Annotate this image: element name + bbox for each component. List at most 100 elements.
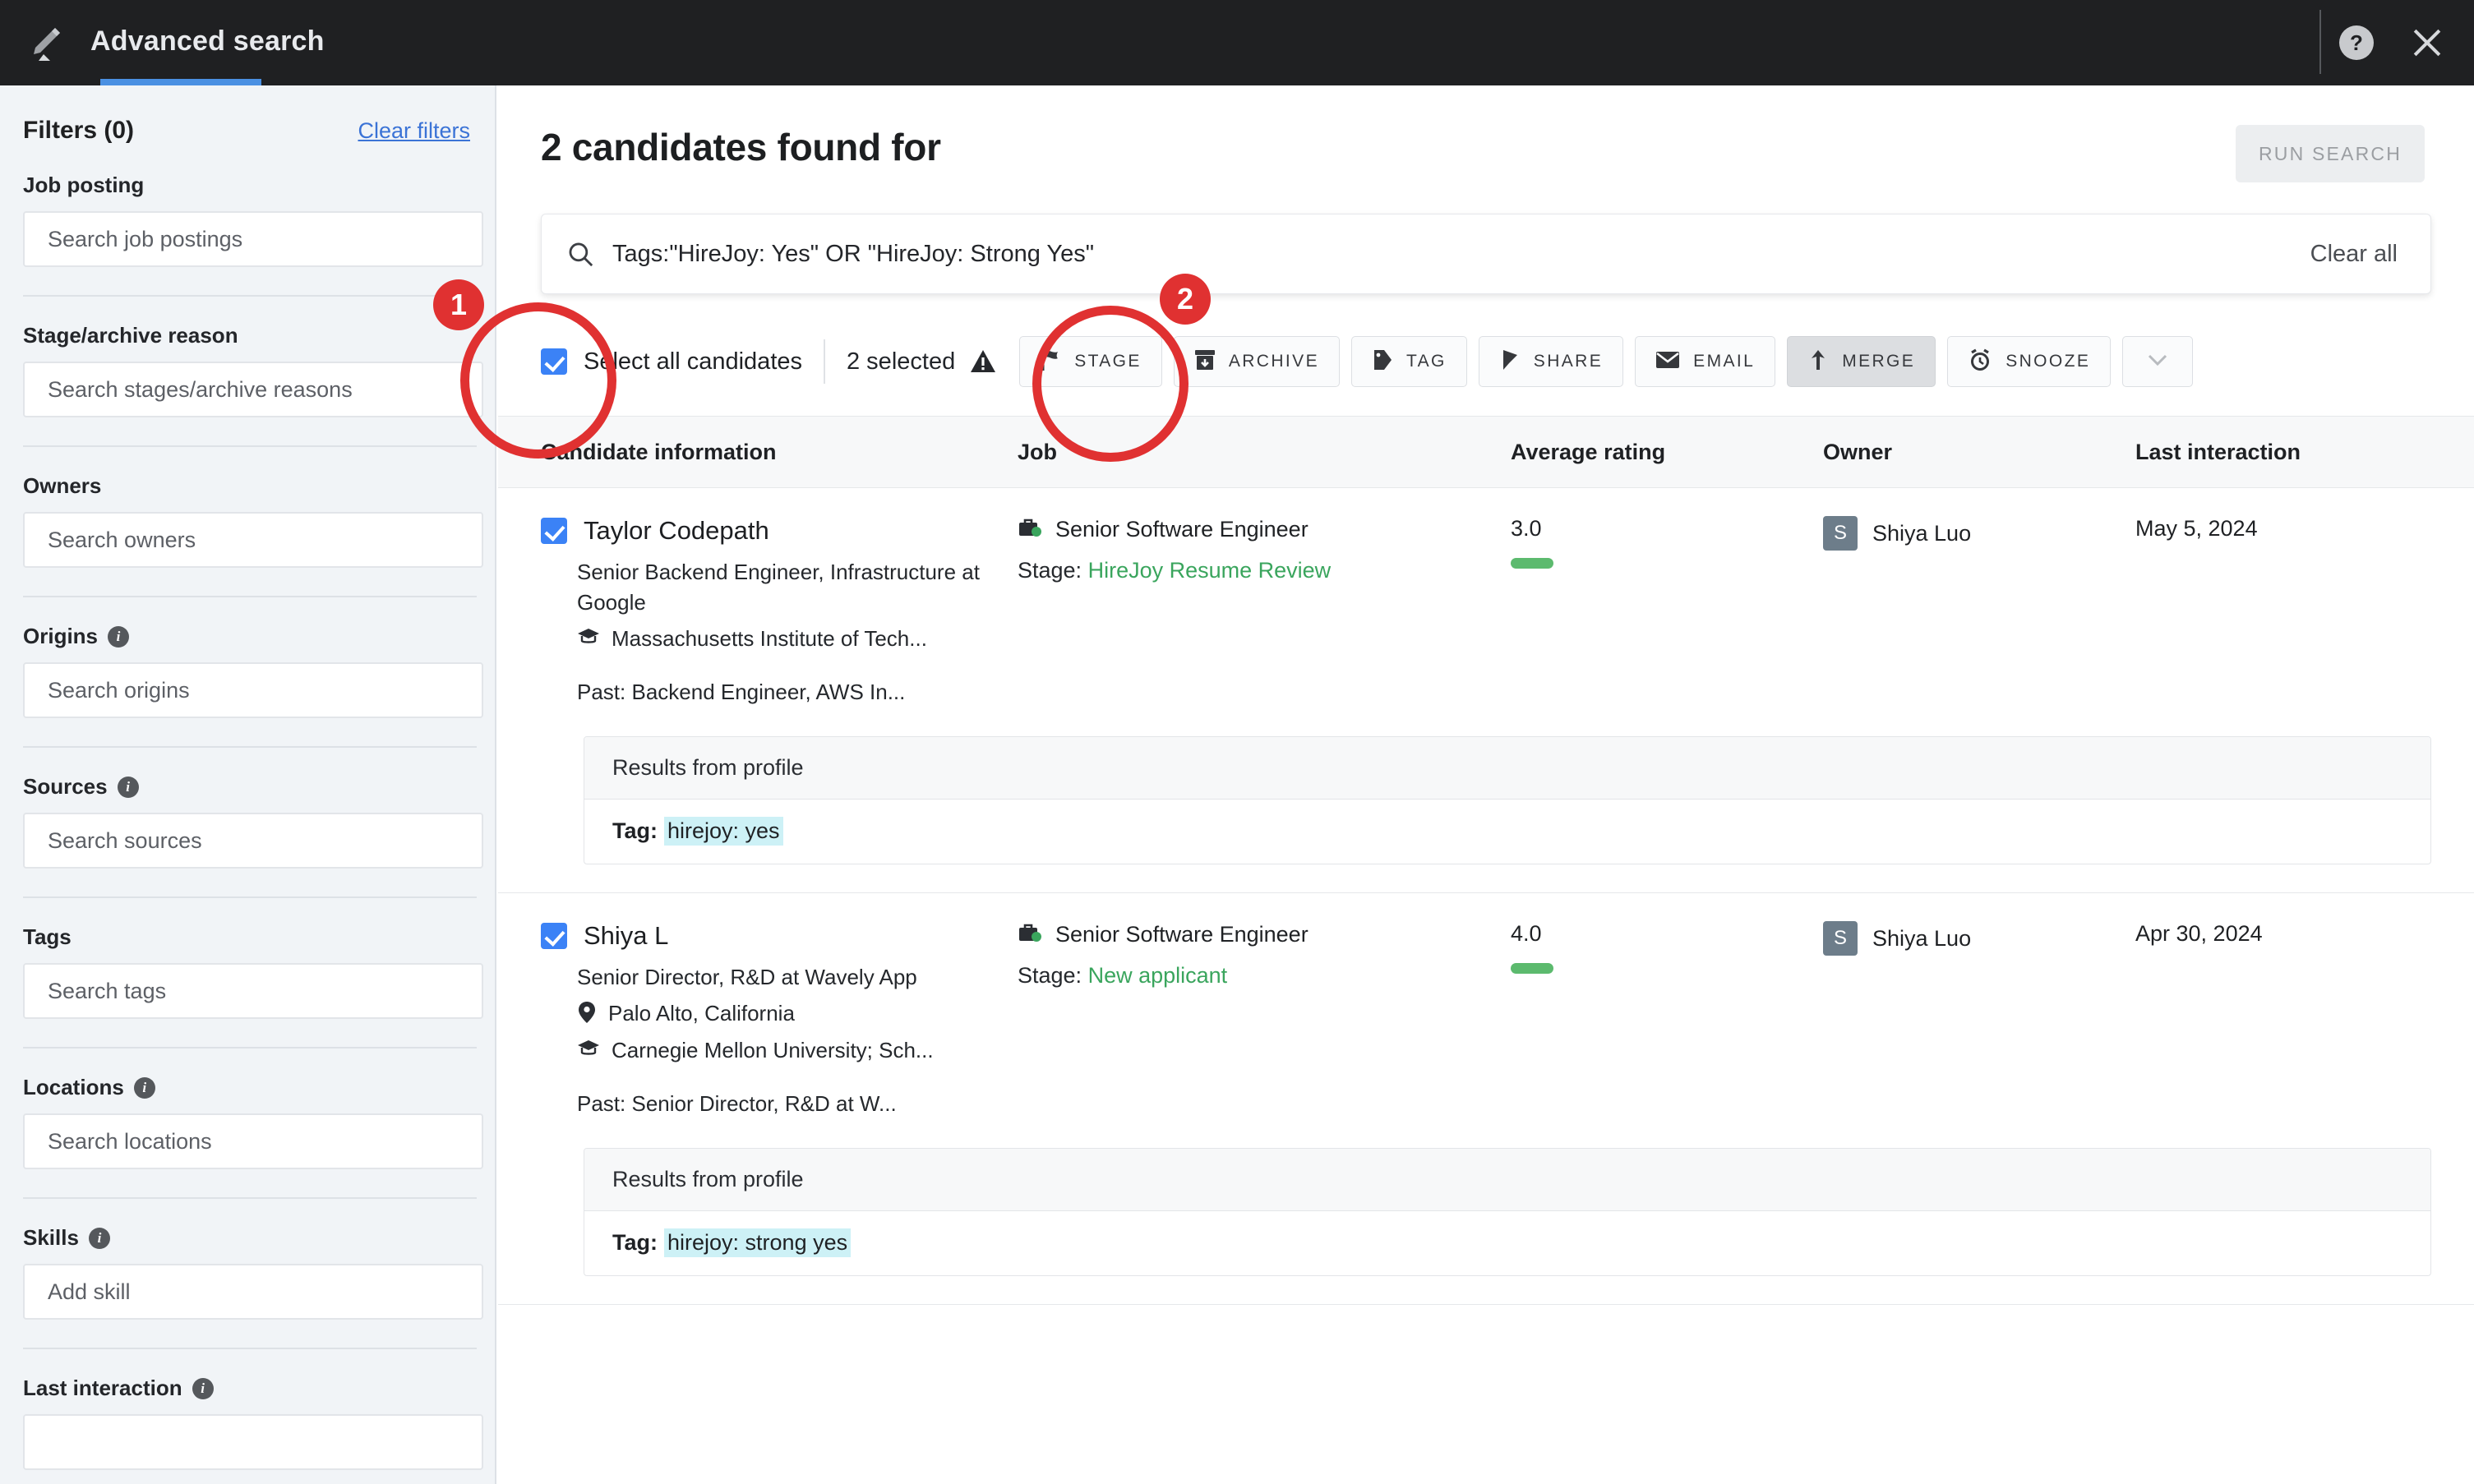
select-all-checkbox[interactable] — [541, 348, 567, 375]
candidate-name[interactable]: Shiya L — [584, 921, 668, 951]
run-search-button[interactable]: RUN SEARCH — [2236, 125, 2425, 182]
toolbar-divider — [2319, 10, 2321, 74]
search-stages-input[interactable] — [23, 362, 483, 417]
briefcase-icon — [1018, 516, 1042, 543]
archive-button[interactable]: ARCHIVE — [1173, 336, 1340, 387]
filter-group-origins: Origins i — [0, 596, 495, 746]
email-button[interactable]: EMAIL — [1635, 336, 1776, 387]
filter-label-row: Origins i — [23, 624, 472, 662]
warning-triangle-icon[interactable] — [970, 349, 996, 374]
table-row: Taylor Codepath Senior Backend Engineer,… — [498, 488, 2474, 893]
window-controls: ? — [2339, 0, 2446, 85]
candidate-name[interactable]: Taylor Codepath — [584, 516, 769, 546]
graduation-cap-icon — [577, 1038, 600, 1063]
active-tab-underline — [100, 79, 261, 85]
more-actions-button[interactable] — [2122, 336, 2194, 387]
search-locations-input[interactable] — [23, 1113, 483, 1169]
candidate-past: Past: Backend Engineer, AWS In... — [577, 679, 906, 704]
stage-value[interactable]: New applicant — [1088, 963, 1228, 988]
archive-button-label: ARCHIVE — [1228, 352, 1319, 371]
results-from-profile-header: Results from profile — [584, 736, 2430, 800]
clear-all-link[interactable]: Clear all — [2310, 241, 2398, 268]
page-title: 2 candidates found for — [541, 126, 941, 168]
rating-value: 4.0 — [1511, 920, 1542, 946]
share-icon — [1499, 348, 1521, 376]
column-header-job: Job — [1018, 439, 1058, 464]
info-icon[interactable]: i — [133, 1076, 155, 1099]
selected-count-label: 2 selected — [847, 348, 956, 375]
toolbar-divider — [824, 339, 825, 384]
results-from-profile-body: Tag: hirejoy: yes — [584, 800, 2430, 864]
job-stage: Stage: HireJoy Resume Review — [1018, 558, 1511, 583]
alarm-icon — [1968, 348, 1992, 376]
results-header: 2 candidates found for RUN SEARCH — [498, 85, 2474, 182]
info-icon[interactable]: i — [117, 776, 139, 798]
info-icon[interactable]: i — [192, 1377, 214, 1399]
search-origins-input[interactable] — [23, 662, 483, 718]
search-icon — [566, 240, 594, 268]
job-title-row: Senior Software Engineer — [1018, 921, 1511, 948]
filter-label-row: Locations i — [23, 1075, 472, 1113]
candidate-cell: Shiya L Senior Director, R&D at Wavely A… — [541, 921, 1018, 1117]
search-query-bar[interactable]: Tags:"HireJoy: Yes" OR "HireJoy: Strong … — [541, 214, 2431, 294]
filter-label-row: Last interaction i — [23, 1376, 472, 1414]
filter-group-sources: Sources i — [0, 746, 495, 896]
candidate-past: Past: Senior Director, R&D at W... — [577, 1090, 897, 1116]
filter-label-row: Stage/archive reason — [23, 323, 472, 362]
filter-label: Locations — [23, 1075, 124, 1099]
stage-value[interactable]: HireJoy Resume Review — [1088, 558, 1332, 583]
last-interaction-input[interactable] — [23, 1414, 483, 1470]
search-sources-input[interactable] — [23, 813, 483, 869]
last-interaction-cell: Apr 30, 2024 — [2135, 920, 2263, 946]
advanced-search-window: Advanced search ? Filters (0) Clear filt… — [0, 0, 2474, 1484]
sidebar-header: Filters (0) Clear filters — [0, 85, 495, 145]
email-button-label: EMAIL — [1693, 352, 1756, 371]
merge-button[interactable]: MERGE — [1787, 336, 1936, 387]
rating-cell: 3.0 — [1511, 516, 1823, 705]
snooze-button-label: SNOOZE — [2006, 352, 2091, 371]
info-icon[interactable]: i — [108, 625, 130, 648]
filter-label: Job posting — [23, 173, 145, 197]
stage-button[interactable]: STAGE — [1019, 336, 1162, 387]
filter-label: Sources — [23, 774, 108, 799]
row-checkbox[interactable] — [541, 518, 567, 544]
row-checkbox[interactable] — [541, 922, 567, 949]
share-button[interactable]: SHARE — [1478, 336, 1624, 387]
search-tags-input[interactable] — [23, 963, 483, 1019]
stage-button-label: STAGE — [1074, 352, 1142, 371]
search-owners-input[interactable] — [23, 512, 483, 568]
filter-group-owners: Owners — [0, 445, 495, 596]
job-title[interactable]: Senior Software Engineer — [1055, 922, 1309, 947]
add-skill-input[interactable] — [23, 1264, 483, 1320]
app-logo — [0, 25, 90, 61]
rating-cell: 4.0 — [1511, 921, 1823, 1117]
filter-group-tags: Tags — [0, 896, 495, 1047]
rating-value: 3.0 — [1511, 516, 1542, 541]
candidate-location-text: Palo Alto, California — [608, 1000, 795, 1025]
clear-filters-link[interactable]: Clear filters — [358, 118, 470, 144]
filter-group-job-posting: Job posting — [0, 145, 495, 295]
candidate-location: Palo Alto, California — [541, 1001, 1018, 1030]
close-icon[interactable] — [2408, 24, 2446, 62]
search-query-text[interactable]: Tags:"HireJoy: Yes" OR "HireJoy: Strong … — [612, 241, 2310, 268]
job-cell: Senior Software Engineer Stage: New appl… — [1018, 921, 1511, 1117]
location-pin-icon — [577, 1001, 597, 1030]
filter-label: Last interaction — [23, 1376, 182, 1400]
candidate-education: Massachusetts Institute of Tech... — [541, 626, 1018, 652]
tag-button[interactable]: TAG — [1350, 336, 1467, 387]
job-stage: Stage: New applicant — [1018, 963, 1511, 989]
snooze-button[interactable]: SNOOZE — [1947, 336, 2112, 387]
job-title[interactable]: Senior Software Engineer — [1055, 517, 1309, 542]
info-icon[interactable]: i — [88, 1227, 110, 1249]
candidate-education-text: Carnegie Mellon University; Sch... — [612, 1037, 934, 1062]
candidate-headline: Senior Director, R&D at Wavely App — [577, 964, 917, 989]
help-icon[interactable]: ? — [2339, 25, 2374, 60]
search-job-postings-input[interactable] — [23, 211, 483, 267]
candidates-table: Candidate information Job Average rating… — [498, 416, 2474, 1305]
search-results-panel: 2 candidates found for RUN SEARCH Tags:"… — [498, 85, 2474, 1484]
app-title: Advanced search — [90, 25, 325, 57]
rating-bar — [1511, 962, 1553, 974]
job-cell: Senior Software Engineer Stage: HireJoy … — [1018, 516, 1511, 705]
job-title-row: Senior Software Engineer — [1018, 516, 1511, 543]
merge-icon — [1807, 348, 1829, 376]
